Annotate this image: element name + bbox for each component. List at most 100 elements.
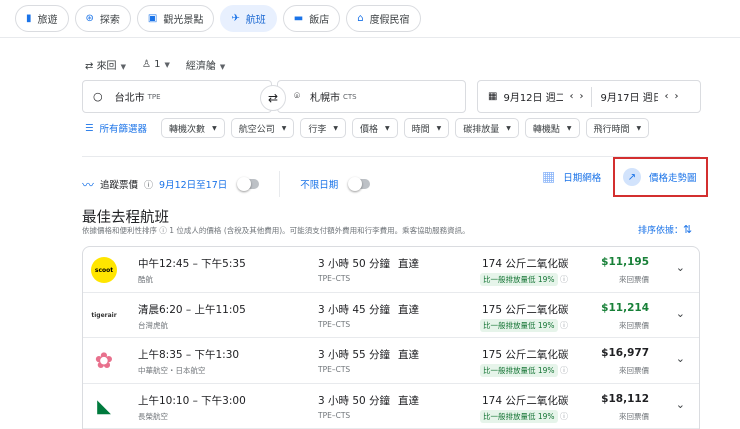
bed-icon: ▬ (294, 13, 303, 24)
swap-button[interactable]: ⇄ (260, 85, 286, 111)
calendar-grid-icon: ▦ (542, 169, 555, 185)
calendar-icon: ▦ (488, 91, 497, 102)
price: $11,195 (601, 256, 649, 268)
airline-name: 酷航 (138, 274, 153, 285)
emissions-badge: 比一般排放量低 19% (480, 410, 558, 423)
flight-times: 上午10:10 – 下午3:00 (138, 393, 246, 408)
route: TPE–CTS (318, 411, 350, 420)
co2-emissions: 174 公斤二氧化碳 (482, 393, 568, 408)
tab-explore[interactable]: ⊛探索 (75, 5, 131, 32)
filter-price[interactable]: 價格▼ (352, 118, 398, 138)
flight-row[interactable]: tigerair 清晨6:20 – 上午11:05 台灣虎航 3 小時 45 分… (83, 293, 699, 339)
tab-hotels[interactable]: ▬飯店 (283, 5, 340, 32)
trend-icon: 〰 (82, 176, 94, 193)
divider (82, 156, 700, 157)
filter-stops[interactable]: 轉機次數▼ (161, 118, 225, 138)
filter-bags[interactable]: 行李▼ (300, 118, 346, 138)
price-type: 來回票價 (619, 320, 649, 331)
prev-date-icon[interactable]: ‹ (664, 91, 668, 102)
price: $16,977 (601, 347, 649, 359)
info-icon[interactable]: ⓘ (560, 320, 568, 331)
flight-list: scoot 中午12:45 – 下午5:35 酷航 3 小時 50 分鐘 TPE… (82, 246, 700, 429)
dropdown-icon: ▼ (437, 125, 442, 132)
route: TPE–CTS (318, 365, 350, 374)
results-title: 最佳去程航班 (82, 206, 169, 227)
dropdown-icon: ▼ (121, 63, 126, 71)
person-icon: ♙ (142, 59, 154, 70)
tab-attractions[interactable]: ▣觀光景點 (137, 5, 214, 32)
price-type: 來回票價 (619, 274, 649, 285)
all-filters-button[interactable]: ☰所有篩選器 (85, 121, 147, 135)
filter-connecting-airports[interactable]: 轉機點▼ (525, 118, 580, 138)
track-prices-toggle[interactable] (239, 179, 259, 189)
airline-name: 中華航空・日本航空 (138, 365, 206, 376)
sort-button[interactable]: 排序依據：⇅ (638, 223, 692, 236)
flight-times: 上午8:35 – 下午1:30 (138, 347, 239, 362)
filter-emissions[interactable]: 碳排放量▼ (455, 118, 519, 138)
flight-row[interactable]: scoot 中午12:45 – 下午5:35 酷航 3 小時 50 分鐘 TPE… (83, 247, 699, 293)
tigerair-logo: tigerair (91, 303, 117, 329)
scoot-logo: scoot (91, 257, 117, 283)
cabin-select[interactable]: 經濟艙▼ (186, 57, 225, 72)
passengers-select[interactable]: ♙ 1▼ (142, 59, 170, 70)
info-icon[interactable]: ⓘ (560, 274, 568, 285)
chevron-down-icon[interactable]: ⌄ (676, 307, 685, 320)
circle-icon: ○ (93, 90, 103, 103)
next-date-icon[interactable]: › (579, 91, 583, 102)
info-icon[interactable]: ⓘ (560, 411, 568, 422)
dropdown-icon: ▼ (212, 125, 217, 132)
emissions-badge: 比一般排放量低 19% (480, 364, 558, 377)
stops: 直達 (398, 256, 419, 271)
dropdown-icon: ▼ (333, 125, 338, 132)
flight-row[interactable]: ✿ 上午8:35 – 下午1:30 中華航空・日本航空 3 小時 55 分鐘 T… (83, 338, 699, 384)
airline-name: 台灣虎航 (138, 320, 168, 331)
price: $11,214 (601, 302, 649, 314)
duration: 3 小時 45 分鐘 (318, 302, 390, 317)
duration: 3 小時 55 分鐘 (318, 347, 390, 362)
dropdown-icon: ▼ (220, 63, 225, 71)
destination-field[interactable]: ⌾札幌市CTS (277, 80, 466, 113)
info-icon[interactable]: ⓘ (159, 226, 167, 235)
camera-icon: ▣ (148, 13, 157, 24)
any-dates-toggle[interactable] (350, 179, 370, 189)
trip-type-select[interactable]: ⇄ 來回▼ (85, 57, 126, 72)
depart-date[interactable]: 9月12日 週二 (503, 89, 563, 104)
return-date[interactable]: 9月17日 週日 (600, 89, 658, 104)
flight-row[interactable]: ◣ 上午10:10 – 下午3:00 長榮航空 3 小時 50 分鐘 TPE–C… (83, 384, 699, 429)
stops: 直達 (398, 302, 419, 317)
tab-flights[interactable]: ✈航班 (220, 5, 276, 32)
date-grid-button[interactable]: ▦日期網格 (542, 169, 601, 185)
dropdown-icon: ▼ (385, 125, 390, 132)
divider (0, 37, 740, 38)
top-nav: ▮旅遊 ⊛探索 ▣觀光景點 ✈航班 ▬飯店 ⌂度假民宿 (15, 5, 421, 32)
chevron-down-icon[interactable]: ⌄ (676, 261, 685, 274)
flight-times: 清晨6:20 – 上午11:05 (138, 302, 246, 317)
info-icon[interactable]: ⓘ (144, 178, 153, 191)
tab-travel[interactable]: ▮旅遊 (15, 5, 69, 32)
chevron-down-icon[interactable]: ⌄ (676, 398, 685, 411)
price-graph-button[interactable]: ↗價格走勢圖 (613, 157, 708, 197)
chevron-down-icon[interactable]: ⌄ (676, 352, 685, 365)
route: TPE–CTS (318, 320, 350, 329)
route: TPE–CTS (318, 274, 350, 283)
filter-airlines[interactable]: 航空公司▼ (231, 118, 295, 138)
price-type: 來回票價 (619, 411, 649, 422)
dropdown-icon: ▼ (506, 125, 511, 132)
eva-air-logo: ◣ (91, 394, 117, 420)
duration: 3 小時 50 分鐘 (318, 393, 390, 408)
info-icon[interactable]: ⓘ (560, 365, 568, 376)
location-pin-icon: ⌾ (294, 91, 300, 102)
home-icon: ⌂ (357, 13, 363, 24)
dropdown-icon: ▼ (637, 125, 642, 132)
tab-vacation-rentals[interactable]: ⌂度假民宿 (346, 5, 420, 32)
origin-field[interactable]: ○台北市TPE (82, 80, 272, 113)
co2-emissions: 174 公斤二氧化碳 (482, 256, 568, 271)
filter-times[interactable]: 時間▼ (404, 118, 450, 138)
prev-date-icon[interactable]: ‹ (569, 91, 573, 102)
filter-duration[interactable]: 飛行時間▼ (586, 118, 650, 138)
emissions-badge: 比一般排放量低 19% (480, 319, 558, 332)
co2-emissions: 175 公斤二氧化碳 (482, 347, 568, 362)
airplane-icon: ✈ (231, 13, 239, 24)
next-date-icon[interactable]: › (674, 91, 678, 102)
price-graph-icon: ↗ (623, 168, 641, 186)
